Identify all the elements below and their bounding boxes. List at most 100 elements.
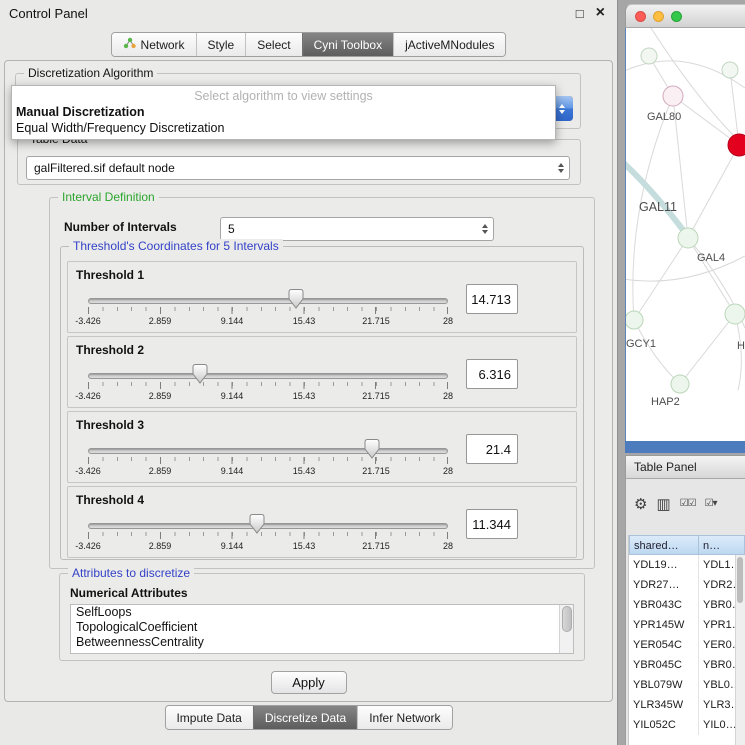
network-node-labels: GAL80 GAL11 GAL4 GCY1 HAP2 H <box>626 111 745 408</box>
node-label-gal80: GAL80 <box>647 111 681 123</box>
window-buttons: □ × <box>576 5 605 21</box>
num-intervals-label: Number of Intervals <box>64 220 177 234</box>
group-title: Attributes to discretize <box>68 566 194 581</box>
threshold-slider[interactable]: -3.4262.8599.14415.4321.71528 <box>88 438 448 482</box>
scrollbar-thumb[interactable] <box>737 557 743 603</box>
table-data-combobox[interactable]: galFiltered.sif default node <box>26 156 570 180</box>
table-row[interactable]: YDL19…YDL1… <box>629 555 745 575</box>
select-columns-icon[interactable]: ☑☑ <box>680 499 696 509</box>
network-node[interactable] <box>641 48 657 64</box>
minimize-button[interactable] <box>653 11 664 22</box>
slider-scale-label: -3.426 <box>75 316 101 326</box>
menu-item-manual-discretization[interactable]: Manual Discretization <box>12 104 555 120</box>
tab-discretize-data[interactable]: Discretize Data <box>253 706 357 729</box>
table-panel-header[interactable]: Table Panel <box>625 455 745 479</box>
threshold-label: Threshold 3 <box>76 418 144 432</box>
tab-cyni-toolbox[interactable]: Cyni Toolbox <box>302 33 393 56</box>
attribute-list-item[interactable]: BetweennessCentrality <box>71 635 573 650</box>
network-canvas[interactable]: GAL80 GAL11 GAL4 GCY1 HAP2 H <box>625 28 745 441</box>
network-window-frame <box>625 441 745 453</box>
num-intervals-combobox[interactable]: 5 <box>220 217 494 241</box>
network-node-hap2[interactable] <box>671 375 689 393</box>
table-row[interactable]: YLR345WYLR3… <box>629 695 745 715</box>
slider-thumb[interactable] <box>288 289 303 309</box>
slider-track[interactable] <box>88 523 448 529</box>
table-scrollbar[interactable] <box>735 555 745 745</box>
table-row[interactable]: YBL079WYBL0… <box>629 675 745 695</box>
desktop: Control Panel □ × Network <box>0 0 745 745</box>
column-header-name[interactable]: n… <box>699 535 745 555</box>
tab-select[interactable]: Select <box>245 33 301 56</box>
slider-track[interactable] <box>88 373 448 379</box>
threshold-panel: Threshold 3 -3.4262.8599.14415.4321.71528… <box>67 411 577 483</box>
slider-scale-label: 9.144 <box>221 541 244 551</box>
table-body: YDL19…YDL1…YDR27…YDR2…YBR043CYBR0…YPR145… <box>629 555 745 735</box>
slider-track[interactable] <box>88 298 448 304</box>
zoom-button[interactable] <box>671 11 682 22</box>
table-row[interactable]: YBR045CYBR0… <box>629 655 745 675</box>
slider-scale-label: 28 <box>443 541 453 551</box>
threshold-slider[interactable]: -3.4262.8599.14415.4321.71528 <box>88 363 448 407</box>
selection-menu-icon[interactable]: ☑▾ <box>705 499 717 509</box>
table-row[interactable]: YBR043CYBR0… <box>629 595 745 615</box>
network-node-gal80[interactable] <box>663 86 683 106</box>
threshold-value-field[interactable]: 11.344 <box>466 509 518 539</box>
network-node[interactable] <box>722 62 738 78</box>
selected-network-node[interactable] <box>728 134 745 156</box>
numerical-attributes-list[interactable]: SelfLoopsTopologicalCoefficientBetweenne… <box>70 604 574 654</box>
slider-thumb[interactable] <box>250 514 265 534</box>
control-panel-titlebar[interactable]: Control Panel □ × <box>0 0 617 26</box>
slider-major-ticks <box>88 532 448 539</box>
threshold-slider[interactable]: -3.4262.8599.14415.4321.71528 <box>88 513 448 557</box>
slider-major-ticks <box>88 457 448 464</box>
network-node-gal4[interactable] <box>678 228 698 248</box>
tab-style[interactable]: Style <box>196 33 246 56</box>
float-window-icon[interactable]: □ <box>576 7 584 20</box>
slider-scale-label: 28 <box>443 316 453 326</box>
close-button[interactable] <box>635 11 646 22</box>
tab-label: Select <box>257 38 290 52</box>
threshold-panel: Threshold 2-3.4262.8599.14415.4321.71528… <box>67 336 577 408</box>
attributes-group: Attributes to discretize Numerical Attri… <box>59 573 585 661</box>
list-scrollbar[interactable] <box>559 605 573 653</box>
menu-item-equal-width-frequency[interactable]: Equal Width/Frequency Discretization <box>12 120 555 136</box>
tab-label: Cyni Toolbox <box>314 38 382 52</box>
slider-track[interactable] <box>88 448 448 454</box>
thick-edge <box>626 156 692 242</box>
table-row[interactable]: YIL052CYIL0… <box>629 715 745 735</box>
attribute-list-item[interactable]: TopologicalCoefficient <box>71 620 573 635</box>
algorithm-dropdown-menu: Select algorithm to view settings Manual… <box>11 85 556 140</box>
column-header-shared-name[interactable]: shared… <box>629 535 699 555</box>
threshold-slider[interactable]: -3.4262.8599.14415.4321.71528 <box>88 288 448 332</box>
tab-infer-network[interactable]: Infer Network <box>357 706 451 729</box>
gear-icon[interactable]: ⚙ <box>634 497 647 512</box>
network-node[interactable] <box>725 304 745 324</box>
tab-network[interactable]: Network <box>112 33 196 56</box>
threshold-value-field[interactable]: 21.4 <box>466 434 518 464</box>
slider-scale-label: 15.43 <box>293 541 316 551</box>
attribute-list-item[interactable]: SelfLoops <box>71 605 573 620</box>
columns-icon[interactable]: ▥ <box>656 497 670 512</box>
tab-impute-data[interactable]: Impute Data <box>165 706 252 729</box>
table-row[interactable]: YER054CYER0… <box>629 635 745 655</box>
menu-item-placeholder: Select algorithm to view settings <box>12 88 555 104</box>
threshold-value-field[interactable]: 6.316 <box>466 359 518 389</box>
slider-major-ticks <box>88 382 448 389</box>
tab-label: Infer Network <box>369 711 440 725</box>
node-label-gal4: GAL4 <box>697 252 725 264</box>
apply-button[interactable]: Apply <box>271 671 347 694</box>
network-node-gcy1[interactable] <box>626 311 643 329</box>
tab-jactivemnodules[interactable]: jActiveMNodules <box>393 33 505 56</box>
threshold-value-field[interactable]: 14.713 <box>466 284 518 314</box>
slider-thumb[interactable] <box>192 364 207 384</box>
network-window-titlebar[interactable] <box>625 4 745 28</box>
slider-thumb[interactable] <box>365 439 380 459</box>
node-attribute-table: shared… n… YDL19…YDL1…YDR27…YDR2…YBR043C… <box>628 535 745 745</box>
table-row[interactable]: YPR145WYPR1… <box>629 615 745 635</box>
node-label-partial: H <box>737 340 745 352</box>
table-row[interactable]: YDR27…YDR2… <box>629 575 745 595</box>
close-window-icon[interactable]: × <box>596 5 605 21</box>
scrollbar-thumb[interactable] <box>562 606 572 632</box>
slider-scale-label: 9.144 <box>221 466 244 476</box>
cell-shared-name: YLR345W <box>629 695 699 715</box>
